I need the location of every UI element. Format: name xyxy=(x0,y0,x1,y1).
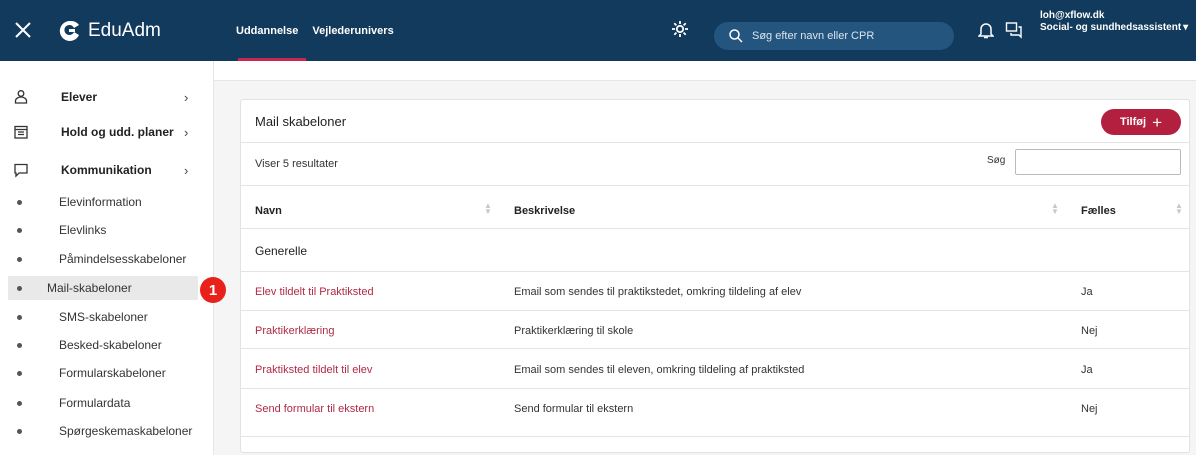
column-header-shared[interactable]: Fælles xyxy=(1081,205,1116,217)
sort-icon[interactable]: ▲ ▼ xyxy=(1051,202,1059,216)
bell-icon[interactable] xyxy=(977,21,995,39)
search-icon xyxy=(728,28,744,44)
sidebar-subitem-label: Elevlinks xyxy=(59,223,107,237)
user-role: Social- og sundhedsassistent xyxy=(1040,22,1182,33)
calendar-icon xyxy=(13,124,29,140)
add-template-button[interactable]: Tilføj + xyxy=(1101,109,1181,135)
sidebar-subitem-elevlinks[interactable]: Elevlinks xyxy=(0,218,214,242)
template-description: Praktikerklæring til skole xyxy=(514,325,634,337)
tab-uddannelse[interactable]: Uddannelse xyxy=(232,0,307,61)
divider xyxy=(241,310,1189,311)
column-header-name[interactable]: Navn xyxy=(255,205,282,217)
bullet-icon xyxy=(17,257,22,262)
top-bar: EduAdm Uddannelse Vejlederunivers loh@xf… xyxy=(0,0,1196,61)
divider xyxy=(241,271,1189,272)
divider xyxy=(241,185,1189,186)
sidebar-subitem-label: Formularskabeloner xyxy=(59,366,166,380)
template-shared: Ja xyxy=(1081,364,1093,376)
template-link[interactable]: Praktikerklæring xyxy=(255,325,334,337)
sidebar-subitem-label: Formulardata xyxy=(59,396,131,410)
sidebar-subitem-label: Mail-skabeloner xyxy=(47,281,132,295)
message-icon xyxy=(13,162,29,178)
sidebar: Elever › Hold og udd. planer › Kommunika… xyxy=(0,61,214,455)
template-link[interactable]: Praktiksted tildelt til elev xyxy=(255,364,372,376)
bullet-icon xyxy=(17,200,22,205)
divider xyxy=(241,348,1189,349)
sort-icon[interactable]: ▲ ▼ xyxy=(1175,202,1183,216)
add-button-label: Tilføj xyxy=(1119,116,1147,128)
content-header-strip xyxy=(214,61,1196,81)
sidebar-subitem-label: Påmindelsesskabeloner xyxy=(59,252,187,266)
divider xyxy=(241,436,1189,437)
tab-vejlederunivers[interactable]: Vejlederunivers xyxy=(308,0,397,61)
sidebar-item-label: Hold og udd. planer xyxy=(61,125,174,139)
chat-icon[interactable] xyxy=(1005,21,1023,39)
bullet-icon xyxy=(17,401,22,406)
template-description: Email som sendes til praktikstedet, omkr… xyxy=(514,286,802,298)
user-email: loh@xflow.dk xyxy=(1040,10,1105,21)
bullet-icon xyxy=(17,371,22,376)
template-shared: Nej xyxy=(1081,325,1098,337)
template-link[interactable]: Send formular til ekstern xyxy=(255,403,374,415)
template-description: Email som sendes til eleven, omkring til… xyxy=(514,364,805,376)
template-description: Send formular til ekstern xyxy=(514,403,634,415)
settings-icon[interactable] xyxy=(670,19,690,39)
sort-icon[interactable]: ▲ ▼ xyxy=(484,202,492,216)
sidebar-subitem-label: Besked-skabeloner xyxy=(59,338,162,352)
eduadm-logo xyxy=(58,19,82,43)
sidebar-subitem-besked-skabeloner[interactable]: Besked-skabeloner xyxy=(0,333,214,357)
divider xyxy=(241,388,1189,389)
bullet-icon xyxy=(17,315,22,320)
sidebar-subitem-mail-skabeloner[interactable]: Mail-skabeloner xyxy=(8,276,198,300)
sidebar-item-label: Kommunikation xyxy=(61,163,152,177)
chevron-right-icon: › xyxy=(184,162,189,178)
sidebar-item-kommunikation[interactable]: Kommunikation › xyxy=(0,158,214,182)
sidebar-subitem-label: SMS-skabeloner xyxy=(59,310,148,324)
sidebar-subitem-paamindelsesskabeloner[interactable]: Påmindelsesskabeloner xyxy=(0,247,214,271)
plus-icon: + xyxy=(1152,112,1162,132)
chevron-right-icon: › xyxy=(184,124,189,140)
sidebar-subitem-spoergeskemaskabeloner[interactable]: Spørgeskemaskabeloner xyxy=(0,419,214,443)
main-tabs: Uddannelse Vejlederunivers xyxy=(232,0,404,61)
table-search-input[interactable] xyxy=(1015,149,1181,175)
sidebar-subitem-sms-skabeloner[interactable]: SMS-skabeloner xyxy=(0,305,214,329)
sidebar-item-label: Elever xyxy=(61,90,98,104)
step-marker-1: 1 xyxy=(200,277,226,303)
sidebar-item-elever[interactable]: Elever › xyxy=(0,85,214,109)
bullet-icon xyxy=(17,343,22,348)
template-link[interactable]: Elev tildelt til Praktiksted xyxy=(255,286,374,298)
app-name: EduAdm xyxy=(88,20,161,41)
divider xyxy=(241,228,1189,229)
user-menu[interactable]: loh@xflow.dk Social- og sundhedsassisten… xyxy=(1040,10,1188,34)
sidebar-item-hold[interactable]: Hold og udd. planer › xyxy=(0,120,214,144)
template-shared: Nej xyxy=(1081,403,1098,415)
mail-templates-card: Mail skabeloner Tilføj + Viser 5 resulta… xyxy=(240,99,1190,453)
sidebar-subitem-formularskabeloner[interactable]: Formularskabeloner xyxy=(0,361,214,385)
sidebar-subitem-formulardata[interactable]: Formulardata xyxy=(0,391,214,415)
search-label: Søg xyxy=(987,155,1006,166)
person-icon xyxy=(13,89,29,105)
divider xyxy=(241,142,1189,143)
bullet-icon xyxy=(17,286,22,291)
global-search-input[interactable] xyxy=(752,26,947,46)
bullet-icon xyxy=(17,228,22,233)
template-shared: Ja xyxy=(1081,286,1093,298)
chevron-right-icon: › xyxy=(184,89,189,105)
global-search[interactable] xyxy=(714,22,954,50)
brand-area: EduAdm xyxy=(0,0,214,61)
sidebar-subitem-label: Elevinformation xyxy=(59,195,142,209)
bullet-icon xyxy=(17,429,22,434)
chevron-down-icon: ▾ xyxy=(1183,22,1189,33)
sidebar-subitem-elevinformation[interactable]: Elevinformation xyxy=(0,190,214,214)
close-icon[interactable] xyxy=(12,19,34,41)
card-title: Mail skabeloner xyxy=(255,114,347,129)
column-header-description[interactable]: Beskrivelse xyxy=(514,205,575,217)
group-label: Generelle xyxy=(255,244,308,258)
sidebar-subitem-label: Spørgeskemaskabeloner xyxy=(59,424,193,438)
results-count: Viser 5 resultater xyxy=(255,158,338,170)
